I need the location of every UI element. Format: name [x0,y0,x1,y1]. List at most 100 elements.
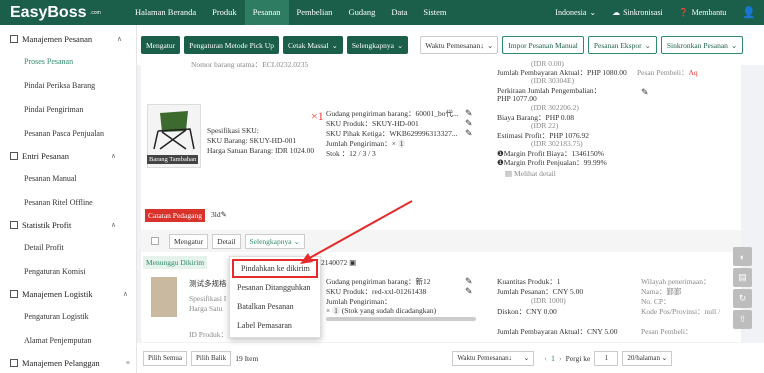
item-count: 19 Item [235,353,259,363]
fin-line: (IDR 302183.75) [531,139,583,148]
prev-page-icon[interactable]: ‹ [544,354,547,363]
customer-icon [10,358,18,367]
export-label: Pesanan Ekspor [593,40,642,50]
pickup-method-button[interactable]: Pengaturan Metode Pick Up [184,36,279,54]
buyer-message-value: Aq [688,68,698,77]
back-to-top-icon[interactable]: ⇧ [733,310,752,329]
help-button[interactable]: ❓ Membantu [671,8,735,17]
mengatur-button[interactable]: Mengatur [141,36,181,54]
fin-line: Jumlah Pembayaran Aktual：CNY 5.00 [497,327,618,336]
status-badge: Menunggu Dikirim [143,256,208,269]
sidebar-item-detail-profit[interactable]: Detail Profit [0,235,136,259]
merchant-note-tag: Catatan Pedagang [145,209,205,222]
chevron-up-icon: ∧ [110,220,116,229]
sidebar-group-entri[interactable]: Entri Pesanan ∧ [0,145,136,166]
note-tag-label: Catatan Pedagang [148,211,202,220]
user-icon: 👤 [742,7,756,19]
horizontal-scrollbar[interactable] [326,317,476,321]
fin-line: ❶Margin Profit Penjualan：99.99% [497,158,607,167]
refresh-icon[interactable]: ↻ [733,289,752,308]
card-detail-button[interactable]: Detail [212,233,241,249]
select-checkbox[interactable] [151,237,159,245]
group-label: Manajemen Pesanan [22,33,93,44]
help-icon: ❓ [678,8,689,17]
quantity: ×1 [311,109,324,123]
nav-gudang[interactable]: Gudang [340,0,383,25]
fin-line: (IDR 22) [531,121,559,130]
chevron-down-icon: ⌄ [293,236,300,246]
goto-page-input[interactable]: 1 [594,350,619,366]
sidebar-group-logistik[interactable]: Manajemen Logistik ∧ [0,283,136,304]
language-select[interactable]: Indonesia ⌄ [547,8,604,17]
marketing-label-option[interactable]: Label Pemasaran [230,316,320,335]
language-label: Indonesia [555,8,587,17]
edit-icon[interactable]: ✎ [641,87,649,98]
nav-home[interactable]: Halaman Beranda [127,0,204,25]
sidebar-item-ritel-offline[interactable]: Pesanan Ritel Offline [0,190,136,214]
group-label: Manajemen Pelanggan [22,357,100,368]
sidebar-item-pindai-periksa[interactable]: Pindai Periksa Barang [0,73,136,97]
current-page[interactable]: 1 [551,354,555,363]
notepad-icon[interactable]: ▤ [733,268,752,287]
chevron-down-icon: ⌄ [396,40,404,50]
sort-select[interactable]: Waktu Pemesanan↓ ⌄ [420,36,499,54]
sidebar-item-pengaturan-logistik[interactable]: Pengaturan Logistik [0,304,136,328]
sidebar-item-pasca-penjualan[interactable]: Pesanan Pasca Penjualan [0,121,136,145]
order-number: 2140072 ▣ [321,258,356,267]
main-nav: Halaman Beranda Produk Pesanan Pembelian… [127,0,455,25]
nav-data[interactable]: Data [383,0,415,25]
select-all-button[interactable]: Pilih Semua [143,350,188,366]
page-size-select[interactable]: 20/halaman ⌄ [622,350,673,366]
export-button[interactable]: Pesanan Ekspor ⌄ [587,36,657,54]
view-detail-link[interactable]: ▤ Melihat detail [505,169,556,178]
sidebar-item-pindai-pengiriman[interactable]: Pindai Pengiriman [0,97,136,121]
page-size-label: 20/halaman [627,354,660,362]
merchant-note-value[interactable]: 3ld✎ [211,210,227,219]
help-label: Membantu [691,8,727,17]
sidebar-group-pesanan[interactable]: Manajemen Pesanan ∧ [0,28,136,49]
bulk-print-button[interactable]: Cetak Massal ⌄ [282,36,343,54]
fin-line: PHP 1077.00 [497,94,537,103]
entry-icon [10,151,18,160]
chevron-down-icon: ⌄ [644,40,651,50]
cancel-order-option[interactable]: Batalkan Pesanan [230,297,320,316]
nav-pesanan[interactable]: Pesanan [244,0,289,25]
bulk-print-label: Cetak Massal [287,40,329,50]
nav-pembelian[interactable]: Pembelian [289,0,341,25]
more-button[interactable]: Selengkapnya ⌄ [346,36,409,54]
group-label: Entri Pesanan [22,150,69,161]
recipient-postcode: Kode Pos/Provinsi：null / [641,307,721,316]
user-avatar[interactable]: 👤 [734,6,764,19]
next-page-icon[interactable]: › [559,354,562,363]
edit-icon[interactable]: ✎ [465,128,473,139]
footer-sort-select[interactable]: Waktu Pemesanan↓ ⌄ [452,350,535,366]
edit-icon[interactable]: ✎ [465,286,473,297]
easyboss-logo[interactable]: EasyBoss .com [0,0,127,25]
import-manual-button[interactable]: Impor Pesanan Manual [502,36,584,54]
move-to-shipped-option[interactable]: Pindahkan ke dikirim [232,259,318,278]
order-card: Nomor barang utama：ECL0232.0235 Barang T… [141,59,741,219]
sidebar-item-komisi[interactable]: Pengaturan Komisi [0,259,136,283]
sidebar-item-proses-pesanan[interactable]: Proses Pesanan [0,49,136,73]
card-mengatur-button[interactable]: Mengatur [169,233,209,249]
product-name: 测试多规格 [189,279,227,288]
nav-sistem[interactable]: Sistem [415,0,454,25]
sidebar-item-alamat-penjemputan[interactable]: Alamat Penjemputan [0,328,136,352]
sidebar-group-statistik[interactable]: Statistik Profit ∧ [0,214,136,235]
nav-produk[interactable]: Produk [204,0,245,25]
copy-icon[interactable]: ▣ [349,258,356,267]
headset-icon[interactable]: ◐ [733,247,752,266]
card-more-button[interactable]: Selengkapnya ⌄ [244,233,305,249]
invert-selection-button[interactable]: Pilih Balik [191,350,232,366]
top-nav-bar: EasyBoss .com Halaman Beranda Produk Pesa… [0,0,764,25]
sidebar-item-pesanan-manual[interactable]: Pesanan Manual [0,166,136,190]
view-detail-label: Melihat detail [513,169,556,178]
sync-button[interactable]: ☁ Sinkronisasi [604,8,671,17]
chevron-up-icon: ∧ [116,34,122,43]
footer-sort-label: Waktu Pemesanan↓ [457,354,513,362]
sku-barang: SKU Barang: SKUY-HD-001 [207,136,297,145]
sidebar-group-pelanggan[interactable]: Manajemen Pelanggan ≡ [0,352,136,373]
hold-order-option[interactable]: Pesanan Ditangguhkan [230,278,320,297]
sync-orders-button[interactable]: Sinkronkan Pesanan ⌄ [660,36,744,54]
main-item-number: Nomor barang utama：ECL0232.0235 [191,60,309,69]
